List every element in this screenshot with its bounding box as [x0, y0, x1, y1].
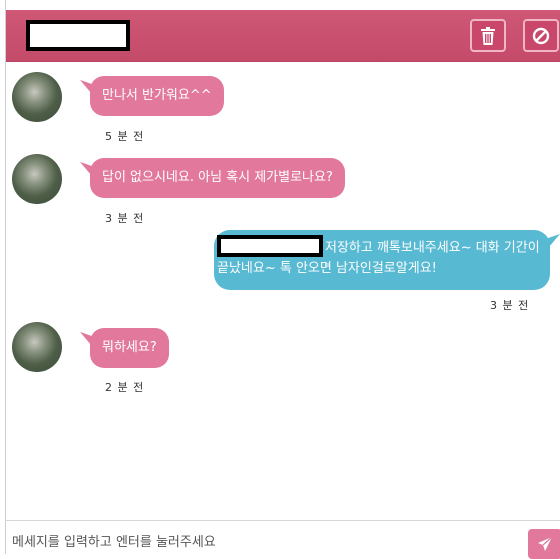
redacted-chat-title	[26, 20, 130, 51]
message-input[interactable]	[12, 531, 512, 553]
chat-header	[6, 10, 560, 62]
send-button[interactable]	[528, 529, 560, 559]
redacted-contact	[217, 235, 323, 257]
incoming-message-bubble: 만나서 반가워요^^	[90, 76, 224, 116]
block-user-button[interactable]	[523, 19, 559, 52]
trash-icon	[481, 26, 495, 45]
avatar[interactable]	[12, 154, 62, 204]
message-time: 2 분 전	[105, 381, 145, 394]
avatar[interactable]	[12, 322, 62, 372]
avatar[interactable]	[12, 72, 62, 122]
message-time: 5 분 전	[105, 130, 145, 143]
message-composer	[6, 520, 560, 559]
message-text: 만나서 반가워요^^	[102, 88, 212, 103]
paper-plane-icon	[538, 536, 553, 551]
message-time: 3 분 전	[105, 212, 145, 225]
message-text: 뭐하세요?	[102, 340, 157, 355]
incoming-message-bubble: 답이 없으시네요. 아님 혹시 제가별로나요?	[90, 158, 345, 198]
delete-chat-button[interactable]	[470, 19, 506, 52]
incoming-message-bubble: 뭐하세요?	[90, 328, 169, 368]
message-text: 답이 없으시네요. 아님 혹시 제가별로나요?	[102, 170, 333, 185]
block-icon	[532, 27, 550, 44]
message-time: 3 분 전	[490, 299, 530, 312]
outgoing-message-bubble: 저장하고 깨톡보내주세요~ 대화 기간이끝났네요~ 톡 안오면 남자인걸로알게요…	[214, 230, 550, 290]
